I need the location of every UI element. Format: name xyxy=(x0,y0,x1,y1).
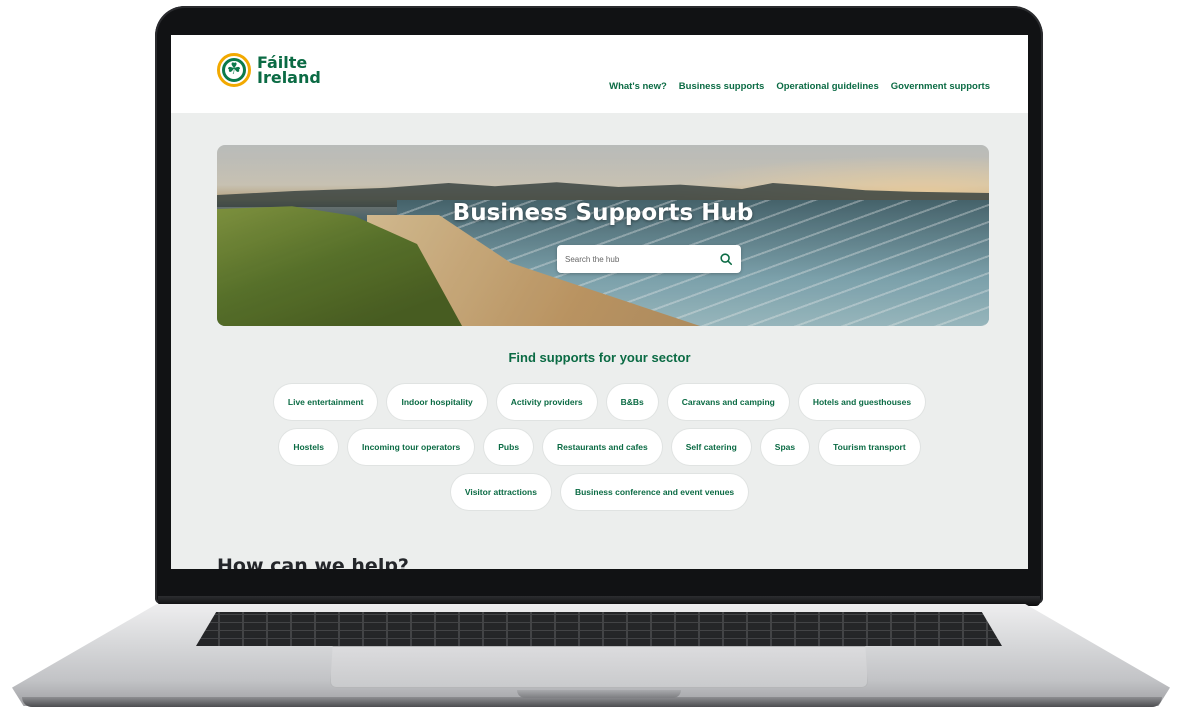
main-navigation: What's new? Business supports Operationa… xyxy=(609,81,990,92)
sector-chip-bnbs[interactable]: B&Bs xyxy=(606,384,658,420)
search-input[interactable] xyxy=(565,254,719,264)
sector-chip-hotels-guesthouses[interactable]: Hotels and guesthouses xyxy=(798,384,926,420)
shamrock-icon: ☘ xyxy=(217,53,251,87)
sector-chip-indoor-hospitality[interactable]: Indoor hospitality xyxy=(387,384,487,420)
search-icon[interactable] xyxy=(719,252,733,266)
sector-chips-row-3: Visitor attractions Business conference … xyxy=(171,474,1028,510)
sector-chip-spas[interactable]: Spas xyxy=(760,429,810,465)
sector-chip-visitor-attractions[interactable]: Visitor attractions xyxy=(450,474,551,510)
logo-wordmark: Fáilte Ireland xyxy=(257,55,321,87)
hero-banner: Business Supports Hub xyxy=(217,145,989,326)
nav-whats-new[interactable]: What's new? xyxy=(609,81,667,92)
site-header: ☘ Fáilte Ireland What's new? Business su… xyxy=(171,35,1028,113)
sector-chip-caravans-camping[interactable]: Caravans and camping xyxy=(667,384,789,420)
sector-chips-row-1: Live entertainment Indoor hospitality Ac… xyxy=(171,384,1028,420)
hub-search xyxy=(557,245,741,273)
logo-line-2: Ireland xyxy=(257,68,321,87)
sector-chip-hostels[interactable]: Hostels xyxy=(279,429,339,465)
sector-chip-activity-providers[interactable]: Activity providers xyxy=(496,384,597,420)
sector-chip-pubs[interactable]: Pubs xyxy=(484,429,534,465)
sector-chips-row-2: Hostels Incoming tour operators Pubs Res… xyxy=(171,429,1028,465)
sector-chip-restaurants-cafes[interactable]: Restaurants and cafes xyxy=(543,429,662,465)
help-heading: How can we help? xyxy=(217,555,409,569)
laptop-trackpad xyxy=(330,646,868,688)
failte-ireland-logo[interactable]: ☘ Fáilte Ireland xyxy=(217,53,321,87)
sector-chip-live-entertainment[interactable]: Live entertainment xyxy=(273,384,378,420)
sector-chip-self-catering[interactable]: Self catering xyxy=(671,429,751,465)
nav-operational-guidelines[interactable]: Operational guidelines xyxy=(776,81,878,92)
laptop-base-edge xyxy=(22,697,1162,707)
hero-title: Business Supports Hub xyxy=(452,200,754,226)
nav-business-supports[interactable]: Business supports xyxy=(679,81,765,92)
nav-government-supports[interactable]: Government supports xyxy=(891,81,990,92)
sector-heading: Find supports for your sector xyxy=(508,350,691,365)
laptop-keyboard xyxy=(196,612,1002,646)
sector-chip-conference-event-venues[interactable]: Business conference and event venues xyxy=(560,474,749,510)
sector-chip-tourism-transport[interactable]: Tourism transport xyxy=(819,429,920,465)
laptop-screen: ☘ Fáilte Ireland What's new? Business su… xyxy=(171,35,1028,569)
laptop-front-notch xyxy=(517,690,681,698)
sector-chip-incoming-tour-operators[interactable]: Incoming tour operators xyxy=(348,429,475,465)
